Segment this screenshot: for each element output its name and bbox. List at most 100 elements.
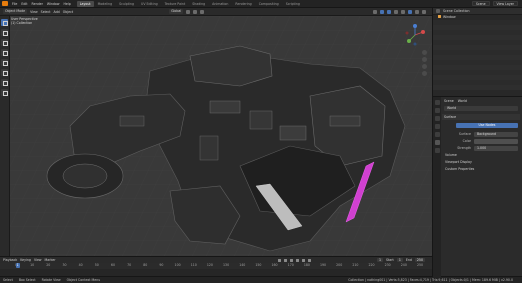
cursor-tool-icon[interactable] — [1, 29, 8, 36]
frame-tick: 60 — [110, 263, 115, 267]
collection-tab-icon[interactable] — [434, 148, 440, 153]
overlay-toggle-icon[interactable] — [387, 9, 391, 14]
viewport-info: User Perspective (1) Collection — [11, 17, 38, 25]
volume-panel-header[interactable]: Volume — [442, 153, 520, 158]
outliner-editor-icon[interactable] — [436, 9, 440, 13]
tab-animation[interactable]: Animation — [209, 1, 231, 7]
navigation-gizmo[interactable] — [404, 24, 426, 46]
menu-timeline-view[interactable]: View — [34, 258, 42, 262]
menu-render[interactable]: Render — [30, 2, 45, 6]
tab-sculpting[interactable]: Sculpting — [116, 1, 137, 7]
tab-layout[interactable]: Layout — [76, 0, 94, 7]
tab-texture-paint[interactable]: Texture Paint — [162, 1, 189, 7]
play-reverse-icon[interactable] — [289, 258, 293, 262]
breadcrumb-scene: Scene — [444, 98, 454, 103]
mode-dropdown[interactable]: Object Mode — [3, 9, 28, 14]
current-frame-field[interactable]: 1 — [376, 258, 384, 262]
xray-icon[interactable] — [394, 9, 398, 14]
color-key: Color — [462, 139, 471, 143]
3d-viewport[interactable] — [10, 16, 432, 256]
world-selector[interactable]: World — [444, 106, 518, 111]
frame-tick: 170 — [287, 263, 294, 267]
tab-uv-editing[interactable]: UV Editing — [138, 1, 161, 7]
frame-tick: 80 — [143, 263, 148, 267]
surface-panel-header[interactable]: Surface — [442, 114, 520, 120]
strength-field[interactable]: 1.000 — [474, 145, 518, 151]
shading-material-icon[interactable] — [415, 9, 419, 14]
strength-row: Strength 1.000 — [444, 145, 518, 151]
tab-scripting[interactable]: Scripting — [283, 1, 303, 7]
tab-compositing[interactable]: Compositing — [256, 1, 282, 7]
end-label: End — [405, 258, 412, 262]
properties-editor: Scene World World Surface Use Nodes Surf… — [432, 96, 522, 277]
start-frame-field[interactable]: 1 — [396, 258, 403, 262]
playhead-indicator[interactable]: 1 — [15, 263, 20, 268]
proportional-edit-icon[interactable] — [200, 9, 205, 14]
view-layer-tab-icon[interactable] — [434, 124, 440, 129]
menu-help[interactable]: Help — [61, 2, 72, 6]
menu-window[interactable]: Window — [45, 2, 62, 6]
shading-wireframe-icon[interactable] — [401, 9, 405, 14]
menu-file[interactable]: File — [10, 2, 19, 6]
tool-tab-icon[interactable] — [434, 100, 440, 105]
scale-tool-icon[interactable] — [1, 59, 8, 66]
timeline: Playback Keying View Marker 1 Start 1 En… — [0, 256, 432, 277]
outliner-header: Scene Collection — [433, 8, 522, 15]
menu-marker[interactable]: Marker — [45, 258, 56, 262]
play-icon[interactable] — [295, 258, 299, 262]
move-tool-icon[interactable] — [1, 39, 8, 46]
menu-object[interactable]: Object — [63, 10, 73, 14]
y-axis-icon[interactable] — [407, 39, 411, 43]
color-swatch[interactable] — [474, 138, 518, 144]
frame-ruler[interactable]: 0102030405060708090100110120130140150160… — [0, 263, 432, 269]
menu-view[interactable]: View — [30, 10, 38, 14]
next-key-icon[interactable] — [301, 258, 305, 262]
strength-key: Strength — [457, 146, 471, 150]
jump-end-icon[interactable] — [307, 258, 311, 262]
camera-view-icon[interactable] — [422, 64, 427, 69]
pivot-icon[interactable] — [186, 9, 191, 14]
output-tab-icon[interactable] — [434, 116, 440, 121]
select-box-tool-icon[interactable] — [1, 19, 8, 26]
world-tab-icon[interactable] — [434, 140, 440, 145]
x-axis-icon[interactable] — [421, 30, 425, 34]
frame-tick: 50 — [94, 263, 99, 267]
perspective-toggle-icon[interactable] — [422, 71, 427, 76]
visibility-icon[interactable] — [373, 9, 377, 14]
shading-solid-icon[interactable] — [408, 9, 412, 14]
render-tab-icon[interactable] — [434, 108, 440, 113]
zoom-icon[interactable] — [422, 50, 427, 55]
surface-shader-field[interactable]: Background — [474, 131, 518, 137]
snap-icon[interactable] — [193, 9, 198, 14]
pan-icon[interactable] — [422, 57, 427, 62]
blender-logo-icon[interactable] — [2, 1, 8, 6]
measure-tool-icon[interactable] — [1, 89, 8, 96]
menu-add[interactable]: Add — [54, 10, 60, 14]
shading-rendered-icon[interactable] — [422, 9, 426, 14]
collection-name: (1) Collection — [11, 21, 33, 25]
view-layer-selector[interactable]: View Layer — [492, 1, 518, 6]
menu-edit[interactable]: Edit — [19, 2, 29, 6]
z-axis-icon[interactable] — [413, 24, 417, 28]
menu-keying[interactable]: Keying — [20, 258, 31, 262]
tab-shading[interactable]: Shading — [189, 1, 208, 7]
tab-modeling[interactable]: Modeling — [95, 1, 116, 7]
frame-tick: 240 — [400, 263, 407, 267]
scene-selector[interactable]: Scene — [471, 1, 490, 6]
jump-start-icon[interactable] — [277, 258, 281, 262]
menu-select[interactable]: Select — [41, 10, 51, 14]
custom-properties-panel-header[interactable]: Custom Properties — [442, 167, 520, 172]
transform-tool-icon[interactable] — [1, 69, 8, 76]
rotate-tool-icon[interactable] — [1, 49, 8, 56]
frame-tick: 160 — [271, 263, 278, 267]
menu-playback[interactable]: Playback — [3, 258, 17, 262]
orientation-dropdown[interactable]: Global — [169, 9, 184, 14]
annotate-tool-icon[interactable] — [1, 79, 8, 86]
scene-tab-icon[interactable] — [434, 132, 440, 137]
tab-rendering[interactable]: Rendering — [232, 1, 254, 7]
end-frame-field[interactable]: 250 — [414, 258, 425, 262]
gizmo-toggle-icon[interactable] — [380, 9, 384, 14]
prev-key-icon[interactable] — [283, 258, 287, 262]
viewport-display-panel-header[interactable]: Viewport Display — [442, 160, 520, 165]
use-nodes-button[interactable]: Use Nodes — [456, 123, 518, 128]
